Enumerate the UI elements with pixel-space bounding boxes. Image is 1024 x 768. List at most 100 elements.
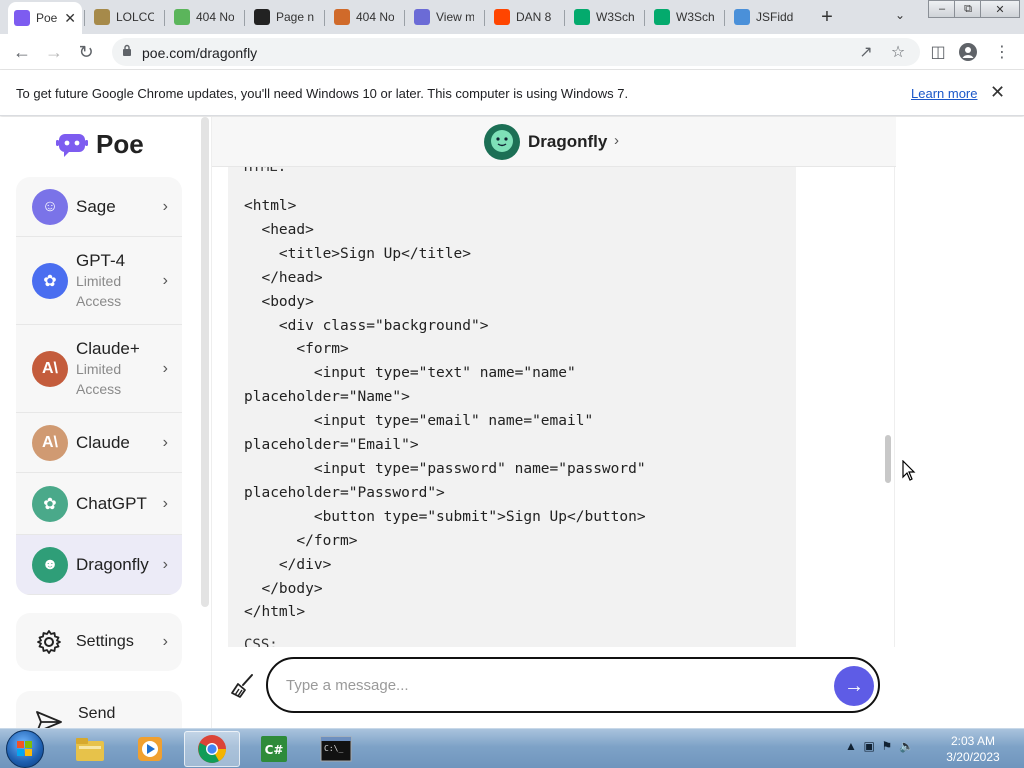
bot-item[interactable]: A\ Claude+ Limited Access › [16, 325, 182, 413]
chrome-icon[interactable] [184, 731, 240, 767]
bot-item[interactable]: ✿ GPT-4 Limited Access › [16, 237, 182, 325]
chevron-right-icon: › [162, 633, 168, 650]
bookmark-star-icon[interactable]: ☆ [888, 42, 908, 62]
tab-title: LOLCO [116, 10, 154, 24]
chevron-right-icon: › [162, 555, 168, 573]
update-infobar: To get future Google Chrome updates, you… [0, 70, 1024, 116]
close-tab-icon[interactable]: ✕ [64, 10, 76, 27]
bot-text: Sage [76, 197, 116, 217]
send-feedback-button[interactable]: Send [16, 691, 182, 728]
poe-logo-icon [56, 133, 88, 157]
csharp-icon[interactable]: C# [246, 731, 302, 767]
svg-text:C#: C# [265, 743, 284, 757]
media-player-icon[interactable] [122, 731, 178, 767]
cmd-icon[interactable]: C:\_ [308, 731, 364, 767]
close-window-button[interactable]: ✕ [980, 0, 1020, 18]
chat-panel: Dragonfly › HTML: <html> <head> <title>S… [211, 117, 896, 728]
clock[interactable]: 2:03 AM 3/20/2023 [938, 733, 1008, 765]
poe-logo-text: Poe [96, 129, 144, 159]
bot-item[interactable]: ✿ ChatGPT › [16, 473, 182, 535]
anthropic-icon: A\ [32, 350, 68, 387]
browser-tab[interactable]: DAN 8 [488, 4, 560, 30]
profile-icon[interactable] [958, 42, 978, 62]
message-input[interactable] [286, 673, 806, 697]
bot-name: Claude [76, 432, 130, 452]
bot-name: GPT-4 [76, 250, 126, 270]
dragonfly-icon: ☻ [32, 546, 68, 583]
bot-name: Sage [76, 196, 116, 216]
settings-button[interactable]: Settings › [16, 613, 182, 671]
tab-title: W3Sch [676, 10, 714, 24]
mouse-cursor-icon [902, 460, 916, 481]
tab-title: 404 No [356, 10, 394, 24]
bot-access-note: Limited Access [76, 360, 122, 397]
menu-icon[interactable]: ⋮ [992, 42, 1012, 62]
gear-icon [37, 630, 61, 654]
chat-bot-name: Dragonfly [528, 132, 608, 151]
tab-separator [404, 10, 405, 26]
settings-label: Settings [76, 633, 134, 650]
new-tab-button[interactable]: + [816, 6, 838, 28]
explorer-icon[interactable] [62, 731, 118, 767]
browser-tab[interactable]: JSFiddl [728, 4, 800, 30]
lolcow-icon [94, 9, 110, 25]
start-button[interactable] [6, 730, 44, 768]
send-label: Send [78, 705, 116, 722]
address-bar[interactable]: poe.com/dragonfly [112, 38, 920, 66]
sidebar: Poe ☺ Sage › ✿ GPT-4 Limited Access › A\ Claude+… [0, 117, 200, 728]
share-icon[interactable]: ↗ [856, 42, 876, 62]
chevron-right-icon: › [614, 132, 619, 149]
poe-page: Poe ☺ Sage › ✿ GPT-4 Limited Access › A\ Claude+… [0, 117, 1024, 728]
openai-icon: ✿ [32, 485, 68, 522]
chat-header[interactable]: Dragonfly › [212, 117, 896, 167]
poe-logo[interactable]: Poe [56, 129, 144, 160]
system-tray-icons[interactable]: ▲ ▣ ⚑ 🔈 [845, 739, 914, 753]
browser-tab[interactable]: Poe ✕ [8, 2, 82, 34]
bot-item[interactable]: ☺ Sage › [16, 177, 182, 237]
browser-tab[interactable]: 404 No [328, 4, 400, 30]
anthropic-icon: A\ [32, 424, 68, 461]
forward-icon[interactable]: → [44, 42, 64, 62]
browser-tab[interactable]: View m [408, 4, 480, 30]
github-icon [254, 9, 270, 25]
browser-tab[interactable]: LOLCO [88, 4, 160, 30]
tab-separator [644, 10, 645, 26]
clock-date: 3/20/2023 [946, 750, 1000, 764]
chevron-right-icon: › [162, 359, 168, 377]
broom-icon[interactable] [230, 673, 256, 699]
browser-tab[interactable]: W3Sch [648, 4, 720, 30]
chevron-right-icon: › [162, 494, 168, 512]
code-heading-html: HTML: [244, 167, 287, 175]
bot-item[interactable]: ☻ Dragonfly › [16, 535, 182, 595]
reload-icon[interactable]: ↻ [76, 42, 96, 62]
bot-list: ☺ Sage › ✿ GPT-4 Limited Access › A\ Claude+ Limi… [16, 177, 182, 595]
bot-item[interactable]: A\ Claude › [16, 413, 182, 473]
bot-name: Dragonfly [76, 554, 149, 574]
send-icon [36, 711, 62, 728]
chevron-right-icon: › [162, 271, 168, 289]
learn-more-link[interactable]: Learn more [911, 86, 977, 101]
infobar-close-icon[interactable]: ✕ [990, 82, 1005, 103]
bot-text: ChatGPT [76, 494, 147, 514]
screen: Poe ✕ LOLCO 404 No Page n 404 No View m DAN 8 W3… [0, 0, 1024, 768]
restore-button[interactable]: ⧉ [954, 0, 982, 18]
bot-name: Claude+ [76, 338, 140, 358]
openai-icon: ✿ [32, 262, 68, 299]
tab-search-icon[interactable]: ⌄ [895, 8, 905, 22]
page-scrollbar[interactable] [885, 435, 891, 483]
back-icon[interactable]: ← [12, 42, 32, 62]
browser-tab[interactable]: W3Sch [568, 4, 640, 30]
url-text: poe.com/dragonfly [142, 45, 258, 61]
sidebar-scrollbar[interactable] [201, 117, 209, 607]
tab-title: Page n [276, 10, 314, 24]
code-block: HTML: <html> <head> <title>Sign Up</titl… [228, 167, 796, 647]
send-message-button[interactable]: → [834, 666, 874, 706]
browser-toolbar: ← → ↻ poe.com/dragonfly ↗ ☆ ◫ ⋮ [0, 34, 1024, 70]
browser-tab[interactable]: 404 No [168, 4, 240, 30]
browser-tab[interactable]: Page n [248, 4, 320, 30]
message-input-box[interactable]: → [266, 657, 880, 713]
minimize-button[interactable]: – [928, 0, 956, 18]
side-panel-icon[interactable]: ◫ [928, 42, 948, 62]
reddit-icon [494, 9, 510, 25]
tab-separator [164, 10, 165, 26]
